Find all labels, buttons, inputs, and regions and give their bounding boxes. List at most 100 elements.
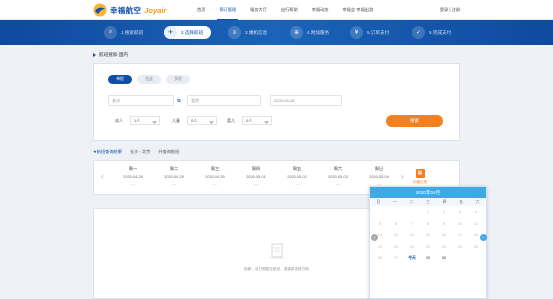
price-label: --- [213,182,217,186]
plane-icon: ✈ [164,26,177,39]
calendar-day-cell: 21 [409,244,415,249]
main-nav: 首页 预订管理 服务大厅 出行帮助 幸福动态 幸福会·幸福出游 [190,0,380,20]
search-button[interactable]: 搜索 [386,115,443,127]
breadcrumb-label: 航班搜索-国内 [99,52,129,57]
nav-travel-help[interactable]: 出行帮助 [274,0,305,20]
calendar-day-cell: 15 [425,233,431,237]
date-label: 2020-04-29 [164,175,184,179]
weekday-header: 六 [475,200,480,204]
step-label: 5.订单支付 [367,29,390,35]
calendar-day-cell: 11 [474,221,478,226]
weekday-header: 日 [376,200,381,204]
calendar-day-cell: 6 [394,221,398,226]
trip-type-selector: 单程 往返 多程 [108,75,190,84]
brand-logo[interactable]: 幸福航空 Joyair [93,3,166,17]
calendar-month-title: 2020年04月 [370,187,486,198]
calendar-day-cell [404,207,420,219]
price-label: --- [254,182,258,186]
calendar-prev-month-icon[interactable]: ‹ [371,234,378,241]
depart-date-field[interactable]: 2020-04-28 [270,95,342,106]
search-icon: ⌕ [104,26,117,39]
from-city-field[interactable]: 长沙 [108,95,174,106]
triangle-icon [93,53,96,57]
calendar-day-cell: 9 [442,221,446,226]
nav-membership[interactable]: 幸福会·幸福出游 [335,0,380,20]
calendar-day-cell: 8 [426,221,430,226]
date-label: 2020-05-04 [369,175,389,179]
adult-select[interactable]: 1人 [130,116,160,125]
calendar-day-cell[interactable]: 29 [420,253,436,265]
nav-booking[interactable]: 预订管理 [212,0,243,20]
infant-select[interactable]: 0人 [242,116,272,125]
weekday-label: 周日 [374,166,384,171]
price-calendar-button[interactable]: ▦ 价格日历 [409,169,431,185]
results-summary: ★航班查询结果 长沙 - 北京 共查询航班 [93,149,179,155]
search-panel: 单程 往返 多程 长沙 ⇆ 北京 2020-04-28 成人 1人 儿童 0人 … [93,63,460,141]
calendar-day-cell [388,207,404,219]
step-extra-services: ⊕ 4.附加服务 [290,26,329,39]
calendar-day-cell: 26 [377,256,383,260]
booking-steps: ⌕ 1.搜索航班 ✈ 2.选择航班 ≡ 3.乘机信息 ⊕ 4.附加服务 ¥ 5.… [0,20,553,45]
price-calendar-label: 价格日历 [412,180,428,184]
calendar-popup: 2020年04月 日 一 二 三 四 五 六 1 2 3 4 5 6 7 8 9 10 11 12 13… [369,186,487,299]
infant-label: 婴儿 [227,118,235,123]
calendar-day-cell: 1 [426,210,430,214]
to-city-field[interactable]: 北京 [187,95,261,106]
date-tab[interactable]: 周日 2020-05-04 --- [359,166,399,186]
calendar-day-cell: 25 [473,244,479,249]
step-search: ⌕ 1.搜索航班 [104,26,143,39]
check-icon: ✓ [412,26,425,39]
child-select[interactable]: 0人 [187,116,217,125]
nav-news[interactable]: 幸福动态 [305,0,336,20]
nav-home[interactable]: 首页 [190,0,212,20]
price-label: --- [336,182,340,186]
date-label: 2020-04-30 [205,175,225,179]
list-icon: ≡ [228,26,241,39]
swap-cities-icon[interactable]: ⇆ [177,98,181,104]
calendar-day-cell: 17 [457,233,463,237]
calendar-day-cell[interactable]: 今天 [404,253,420,265]
trip-multi-city[interactable]: 多程 [166,75,190,84]
brand-name-en: Joyair [144,5,167,15]
weekday-header: 五 [459,200,464,204]
breadcrumb: 航班搜索-国内 [93,52,128,58]
calendar-next-month-icon[interactable]: › [480,234,487,241]
step-label: 4.附加服务 [307,29,330,35]
calendar-day-cell [452,253,468,265]
weekday-header: 三 [426,200,430,204]
next-dates-arrow-icon[interactable]: › [401,172,404,181]
date-tab[interactable]: 周三 2020-04-30 --- [195,166,235,186]
calendar-day-cell: 22 [425,244,431,249]
login-register-link[interactable]: 登录 | 注册 [440,0,460,20]
date-label: 2020-05-02 [287,175,307,179]
child-label: 儿童 [172,118,180,123]
weekday-header: 四 [442,200,447,204]
date-tab[interactable]: 周五 2020-05-02 --- [277,166,317,186]
logo-bird-icon [93,3,107,17]
date-label: 2020-05-03 [328,175,348,179]
date-tab[interactable]: 周四 2020-05-01 --- [236,166,276,186]
calendar-day-cell [468,253,484,265]
weekday-label: 周二 [169,166,179,171]
results-route: 长沙 - 北京 [129,149,151,154]
prev-dates-arrow-icon[interactable]: ‹ [101,172,104,181]
step-label: 3.乘机信息 [245,29,268,35]
calendar-day-cell: 27 [393,256,399,260]
date-tab[interactable]: 周六 2020-05-03 --- [318,166,358,186]
calendar-day-cell: 2 [442,210,446,214]
weekday-header: 一 [392,200,397,204]
calendar-day-cell: 4 [474,210,478,214]
trip-round-trip[interactable]: 往返 [137,75,161,84]
nav-service-hall[interactable]: 服务大厅 [243,0,274,20]
weekday-label: 周六 [333,166,343,171]
calendar-day-cell: 19 [377,244,383,249]
trip-one-way[interactable]: 单程 [108,75,132,84]
calendar-day-cell[interactable]: 30 [436,253,452,265]
cart-icon: ⊕ [290,26,303,39]
date-label: 2020-04-28 [123,175,143,179]
calendar-weekday-row: 日 一 二 三 四 五 六 [370,198,486,206]
weekday-label: 周五 [292,166,302,171]
date-tab[interactable]: 周二 2020-04-29 --- [154,166,194,186]
calendar-day-cell: 10 [457,221,463,226]
date-tab[interactable]: 周一 2020-04-28 --- [113,166,153,186]
